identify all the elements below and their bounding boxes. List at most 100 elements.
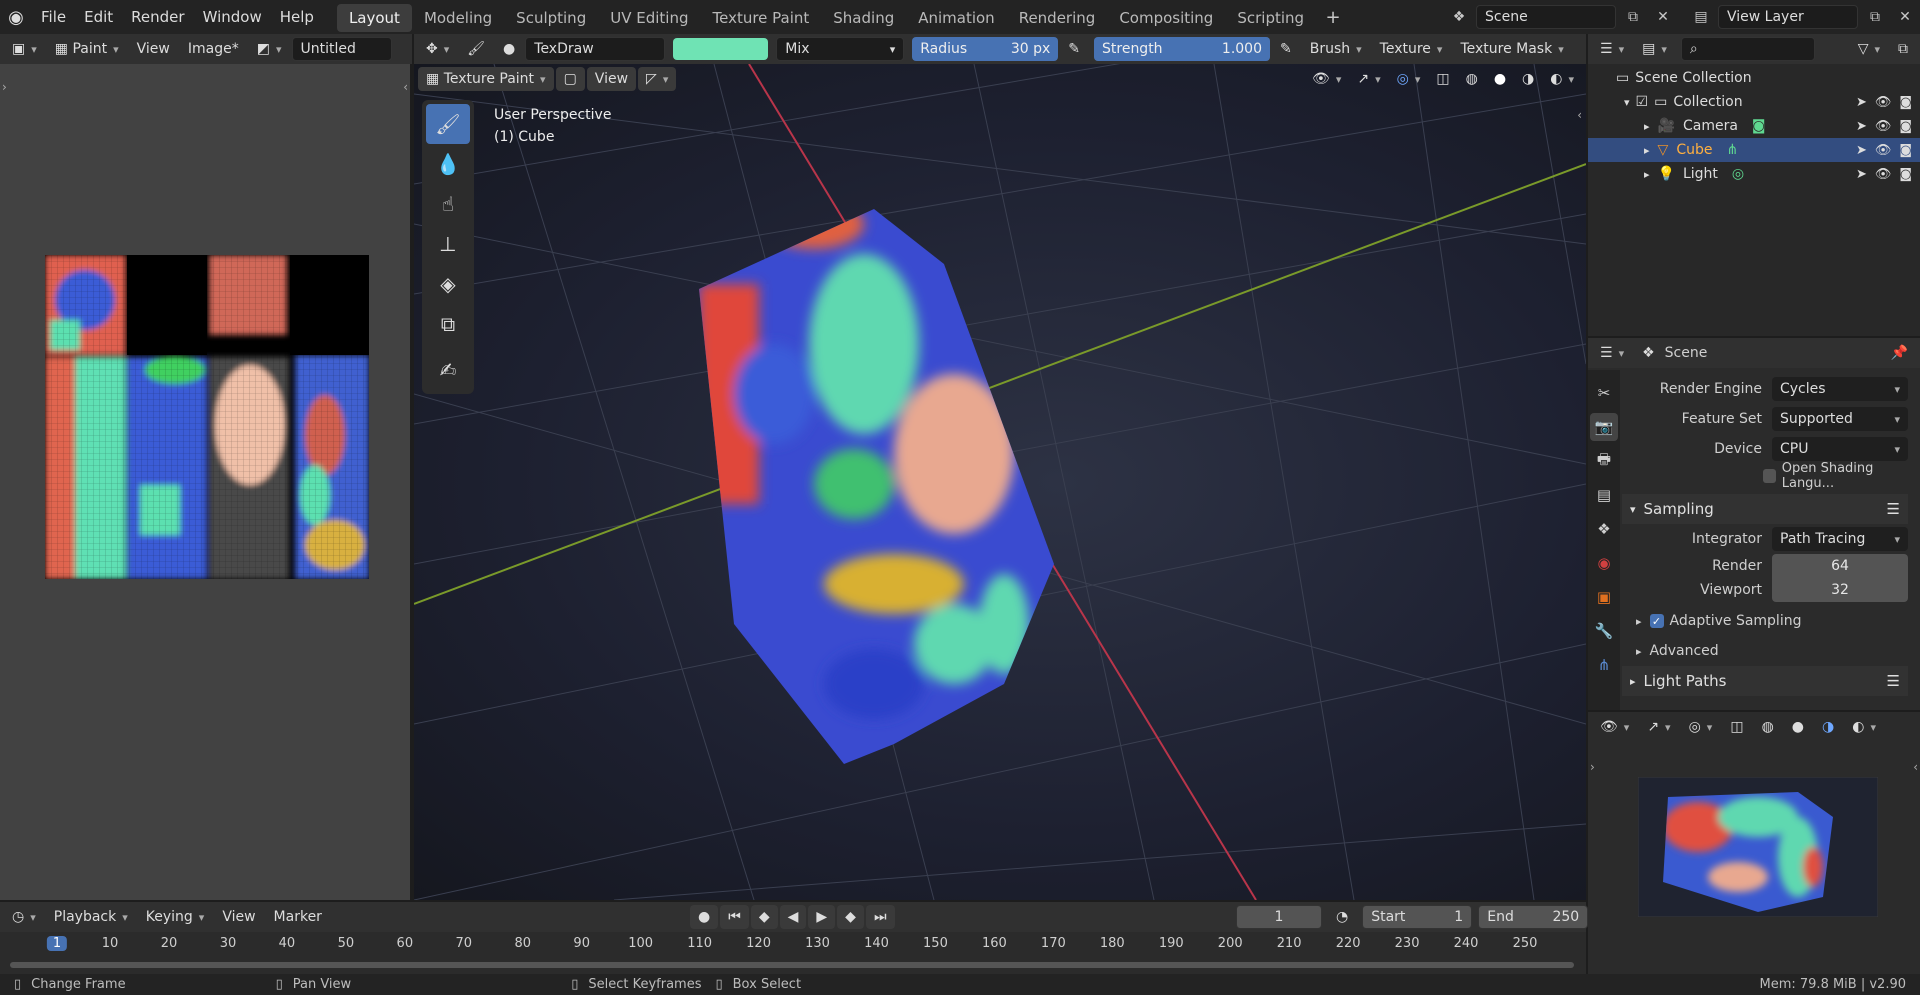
viewport-mode-select[interactable]: ▦ Texture Paint bbox=[418, 67, 554, 91]
render-tab-icon[interactable]: 📷 bbox=[1590, 413, 1618, 441]
tab-compositing[interactable]: Compositing bbox=[1107, 4, 1225, 32]
camera-render-icon[interactable]: ◙ bbox=[1899, 143, 1912, 158]
eye-icon[interactable]: 👁 bbox=[1875, 95, 1892, 110]
expand-arrow-icon[interactable]: ▸ bbox=[1644, 144, 1650, 157]
outliner-search-input[interactable]: ⌕ bbox=[1680, 37, 1815, 61]
soften-tool-icon[interactable]: 💧 bbox=[426, 144, 470, 184]
advanced-row[interactable]: ▸ Advanced bbox=[1622, 636, 1920, 666]
select-arrow-icon[interactable]: ➤ bbox=[1856, 143, 1867, 158]
mini-sidebar-toggle-right-icon[interactable]: ‹ bbox=[1913, 760, 1918, 774]
texture-menu[interactable]: Texture bbox=[1372, 37, 1451, 61]
camera-data-icon[interactable]: ◙ bbox=[1752, 118, 1766, 134]
menu-file[interactable]: File bbox=[32, 0, 75, 34]
timeline-scrollbar[interactable] bbox=[10, 962, 1574, 968]
scene-field[interactable]: Scene bbox=[1476, 5, 1616, 29]
eye-icon[interactable]: 👁 bbox=[1875, 143, 1892, 158]
delete-scene-icon[interactable]: ✕ bbox=[1650, 4, 1676, 30]
tab-animation[interactable]: Animation bbox=[906, 4, 1006, 32]
strength-pressure-icon[interactable]: ✎ bbox=[1272, 37, 1300, 61]
menu-window[interactable]: Window bbox=[194, 0, 271, 34]
tab-shading[interactable]: Shading bbox=[821, 4, 906, 32]
sidebar-toggle-icon[interactable]: ‹ bbox=[1577, 108, 1582, 122]
camera-render-icon[interactable]: ◙ bbox=[1899, 95, 1912, 110]
output-tab-icon[interactable]: 🖶 bbox=[1590, 447, 1618, 475]
gizmo-icon[interactable]: ↗ bbox=[1349, 67, 1388, 91]
select-arrow-icon[interactable]: ➤ bbox=[1856, 167, 1867, 182]
visibility-icon[interactable]: 👁 bbox=[1304, 67, 1349, 91]
viewport-view-menu[interactable]: View bbox=[586, 67, 637, 91]
wireframe-shading-icon[interactable]: ◍ bbox=[1458, 67, 1486, 91]
menu-help[interactable]: Help bbox=[271, 0, 323, 34]
fill-tool-icon[interactable]: ◈ bbox=[426, 264, 470, 304]
modifier-icon[interactable]: ⋔ bbox=[1726, 142, 1738, 158]
scene-icon[interactable]: ❖ bbox=[1446, 4, 1472, 30]
face-select-icon[interactable]: ◸ bbox=[638, 67, 677, 91]
view-layer-tab-icon[interactable]: ▤ bbox=[1590, 481, 1618, 509]
strength-slider[interactable]: Strength 1.000 bbox=[1094, 37, 1270, 61]
radius-pressure-icon[interactable]: ✎ bbox=[1060, 37, 1088, 61]
delete-view-layer-icon[interactable]: ✕ bbox=[1892, 4, 1918, 30]
device-select[interactable]: CPU bbox=[1772, 437, 1908, 461]
list-icon[interactable]: ☰ bbox=[1887, 672, 1900, 690]
material-shading-icon[interactable]: ◑ bbox=[1514, 67, 1542, 91]
display-mode-icon[interactable]: ▤ bbox=[1634, 37, 1675, 61]
mini-viewport[interactable]: 👁 ↗ ◎ ◫ ◍ ● ◑ ◐ › ‹ bbox=[1588, 712, 1920, 974]
light-data-icon[interactable]: ◎ bbox=[1732, 166, 1744, 182]
view-layer-icon[interactable]: ▤ bbox=[1688, 4, 1714, 30]
tab-sculpting[interactable]: Sculpting bbox=[504, 4, 598, 32]
tool-tab-icon[interactable]: ✂ bbox=[1590, 379, 1618, 407]
camera-render-icon[interactable]: ◙ bbox=[1899, 119, 1912, 134]
expand-arrow-icon[interactable]: ▸ bbox=[1644, 168, 1650, 181]
new-collection-icon[interactable]: ⧉ bbox=[1890, 37, 1916, 61]
render-samples-field[interactable]: 64 bbox=[1772, 554, 1908, 578]
painted-cube[interactable] bbox=[699, 199, 1054, 764]
tab-modeling[interactable]: Modeling bbox=[412, 4, 504, 32]
osl-checkbox[interactable] bbox=[1762, 469, 1776, 483]
draw-brush-icon[interactable]: 🖌 bbox=[426, 104, 470, 144]
integrator-select[interactable]: Path Tracing bbox=[1772, 527, 1908, 551]
wireframe-shading-icon[interactable]: ◍ bbox=[1754, 715, 1782, 739]
brush-menu[interactable]: Brush bbox=[1302, 37, 1370, 61]
properties-editor-type-icon[interactable]: ☰ bbox=[1592, 341, 1632, 365]
mini-viewport-render[interactable] bbox=[1638, 777, 1878, 917]
select-arrow-icon[interactable]: ➤ bbox=[1856, 95, 1867, 110]
viewport-editor-type-icon[interactable]: ✥ bbox=[418, 37, 457, 61]
brush-name-field[interactable]: TexDraw bbox=[525, 37, 666, 61]
mini-sidebar-toggle-icon[interactable]: › bbox=[1590, 760, 1595, 774]
gizmo-icon[interactable]: ↗ bbox=[1639, 715, 1678, 739]
light-paths-section[interactable]: ▸ Light Paths ☰ bbox=[1622, 666, 1908, 696]
menu-render[interactable]: Render bbox=[122, 0, 193, 34]
editor-type-icon[interactable]: ▣ bbox=[4, 37, 45, 61]
image-view-menu[interactable]: View bbox=[129, 37, 178, 61]
image-browse-icon[interactable]: ◩ bbox=[249, 37, 290, 61]
outliner-item-light[interactable]: ▸ 💡 Light ◎ ➤ 👁 ◙ bbox=[1588, 162, 1920, 186]
tab-uv-editing[interactable]: UV Editing bbox=[598, 4, 700, 32]
image-menu[interactable]: Image* bbox=[180, 37, 247, 61]
viewport-samples-field[interactable]: 32 bbox=[1772, 578, 1908, 602]
scene-tab-icon[interactable]: ❖ bbox=[1590, 515, 1618, 543]
blender-logo-icon[interactable]: ◉ bbox=[0, 0, 32, 34]
modifier-tab-icon[interactable]: 🔧 bbox=[1590, 617, 1618, 645]
feature-set-select[interactable]: Supported bbox=[1772, 407, 1908, 431]
radius-slider[interactable]: Radius 30 px bbox=[912, 37, 1059, 61]
list-icon[interactable]: ☰ bbox=[1887, 500, 1900, 518]
smear-tool-icon[interactable]: ☝ bbox=[426, 184, 470, 224]
material-shading-icon[interactable]: ◑ bbox=[1814, 715, 1842, 739]
camera-render-icon[interactable]: ◙ bbox=[1899, 167, 1912, 182]
adaptive-checkbox[interactable]: ✓ bbox=[1649, 614, 1664, 628]
xray-icon[interactable]: ◫ bbox=[1722, 715, 1751, 739]
eye-icon[interactable]: 👁 bbox=[1875, 119, 1892, 134]
tab-texture-paint[interactable]: Texture Paint bbox=[700, 4, 821, 32]
outliner-collection[interactable]: ▾ ☑ ▭ Collection ➤ 👁 ◙ bbox=[1588, 90, 1920, 114]
overlay-icon[interactable]: ◎ bbox=[1389, 67, 1429, 91]
timeline[interactable]: ◷ Playback Keying View Marker ● ⏮ ◆ ◀ ▶ … bbox=[0, 902, 1589, 974]
tab-rendering[interactable]: Rendering bbox=[1007, 4, 1108, 32]
collapse-arrow-icon[interactable]: ‹ bbox=[403, 80, 408, 94]
image-mode-select[interactable]: ▦ Paint bbox=[47, 37, 127, 61]
render-engine-select[interactable]: Cycles bbox=[1772, 377, 1908, 401]
uv-texture-image[interactable] bbox=[45, 255, 369, 579]
outliner-scene-collection[interactable]: ▭ Scene Collection bbox=[1588, 66, 1920, 90]
brush-tool-icon[interactable]: 🖌 bbox=[459, 37, 493, 61]
solid-shading-icon[interactable]: ● bbox=[1784, 715, 1812, 739]
outliner-editor-type-icon[interactable]: ☰ bbox=[1592, 37, 1632, 61]
